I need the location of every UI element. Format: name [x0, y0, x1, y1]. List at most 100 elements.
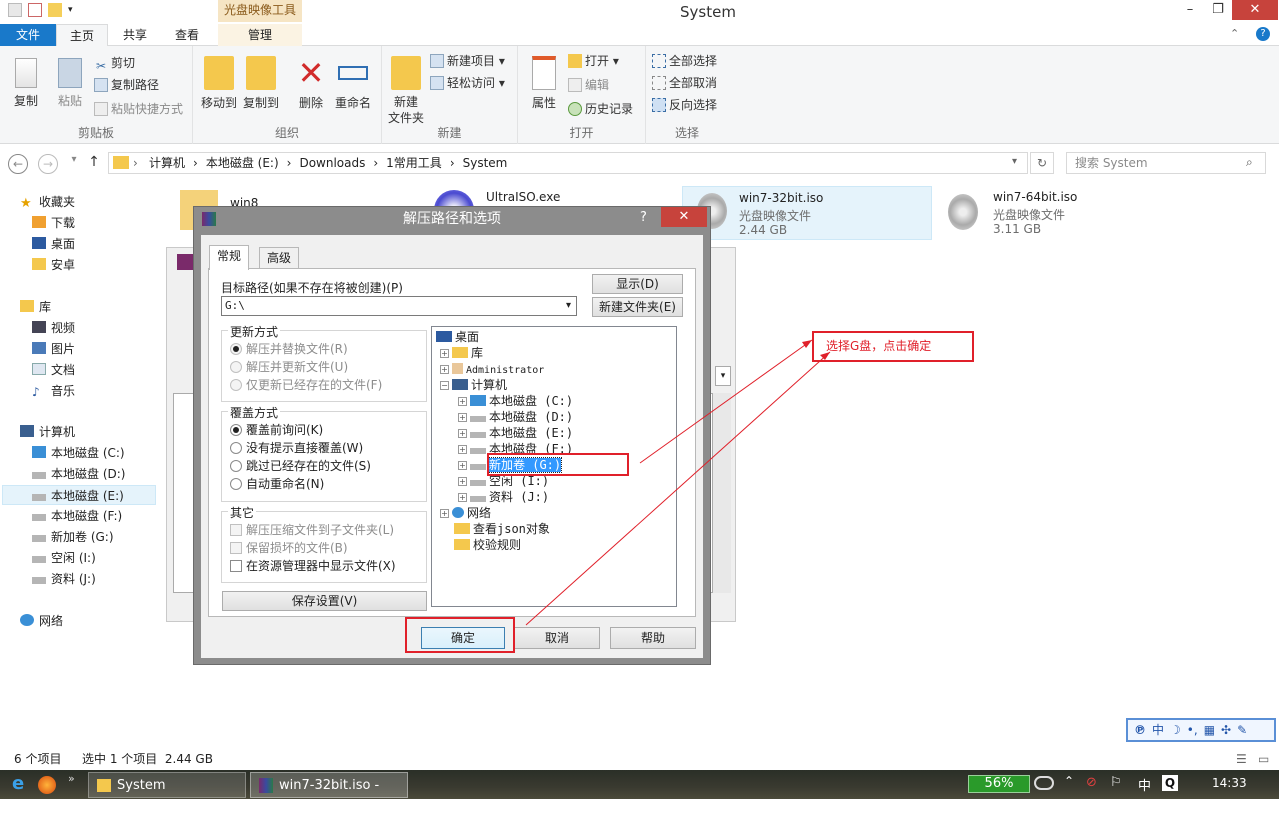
refresh-button[interactable]: ↻: [1030, 152, 1054, 174]
help-button[interactable]: ?: [640, 210, 647, 225]
nav-drive-d[interactable]: 本地磁盘 (D:): [32, 464, 125, 484]
tree-node-drive-e[interactable]: + 本地磁盘 (E:): [458, 425, 573, 441]
cut-button[interactable]: ✂ 剪切: [94, 54, 135, 73]
select-all-button[interactable]: 全部选择: [652, 52, 717, 70]
update-option-update[interactable]: 解压并更新文件(U): [230, 359, 348, 375]
overwrite-option-skip[interactable]: 跳过已经存在的文件(S): [230, 458, 371, 474]
clock[interactable]: 14:33: [1212, 776, 1247, 790]
misc-option-show-in-explorer[interactable]: 在资源管理器中显示文件(X): [230, 558, 396, 574]
recent-locations-button[interactable]: ▾: [64, 154, 84, 172]
cancel-button[interactable]: 取消: [514, 627, 600, 649]
open-button[interactable]: 打开 ▾: [568, 52, 619, 70]
target-path-input[interactable]: G:\: [221, 296, 577, 316]
nav-downloads[interactable]: 下载: [32, 213, 75, 233]
tray-up-icon[interactable]: ⌃: [1064, 774, 1074, 788]
moon-icon[interactable]: ☽: [1170, 720, 1181, 740]
paste-button[interactable]: 粘贴: [50, 52, 90, 109]
address-box[interactable]: › 计算机 › 本地磁盘 (E:) › Downloads › 1常用工具 › Syst…: [108, 152, 1028, 174]
nav-videos[interactable]: 视频: [32, 318, 75, 338]
update-option-existing[interactable]: 仅更新已经存在的文件(F): [230, 377, 382, 393]
ie-icon[interactable]: e: [12, 775, 24, 793]
search-input[interactable]: 搜索 System: [1066, 152, 1266, 174]
chevron-down-icon[interactable]: ▾: [715, 366, 731, 386]
copy-to-button[interactable]: 复制到: [241, 52, 281, 111]
nav-drive-j[interactable]: 资料 (J:): [32, 569, 96, 589]
ime-mode[interactable]: 中: [1152, 720, 1164, 740]
close-button[interactable]: ✕: [1232, 0, 1278, 20]
history-button[interactable]: 历史记录: [568, 100, 633, 118]
tree-node-network[interactable]: + 网络: [440, 505, 491, 521]
delete-button[interactable]: ✕ 删除: [291, 52, 331, 111]
nav-drive-e[interactable]: 本地磁盘 (E:): [2, 485, 156, 505]
firefox-icon[interactable]: [38, 776, 56, 794]
tab-view[interactable]: 查看: [164, 24, 210, 46]
copy-path-button[interactable]: 复制路径: [94, 76, 159, 94]
paste-shortcut-button[interactable]: 粘贴快捷方式: [94, 100, 183, 118]
chevron-down-icon[interactable]: ▾: [561, 297, 576, 315]
tray-app-icon[interactable]: [1034, 776, 1054, 790]
forward-button[interactable]: →: [38, 154, 58, 174]
punctuation-icon[interactable]: •,: [1187, 720, 1198, 740]
scrollbar[interactable]: [713, 393, 731, 593]
tab-home[interactable]: 主页: [56, 24, 108, 47]
taskbar-item-winrar[interactable]: win7-32bit.iso - Wi...: [250, 772, 408, 819]
nav-drive-i[interactable]: 空闲 (I:): [32, 548, 96, 568]
copy-button[interactable]: 复制: [6, 52, 46, 109]
nav-network[interactable]: 网络: [20, 611, 63, 631]
crumb-tools[interactable]: 1常用工具: [386, 153, 442, 173]
nav-favorites[interactable]: ★ 收藏夹: [20, 192, 75, 212]
tree-node-json[interactable]: 查看json对象: [454, 521, 550, 537]
crumb-drive-e[interactable]: 本地磁盘 (E:): [206, 153, 279, 173]
nav-computer[interactable]: 计算机: [20, 422, 75, 442]
nav-documents[interactable]: 文档: [32, 360, 75, 380]
search-app-icon[interactable]: Q: [1162, 775, 1178, 791]
chevron-down-icon[interactable]: ▾: [68, 3, 82, 17]
move-to-button[interactable]: 移动到: [199, 52, 239, 111]
tree-node-drive-c[interactable]: + 本地磁盘 (C:): [458, 393, 573, 409]
properties-button[interactable]: 属性: [524, 52, 564, 111]
file-item-selected[interactable]: win7-32bit.iso 光盘映像文件 2.44 GB: [682, 186, 932, 240]
back-button[interactable]: ←: [8, 154, 28, 174]
overwrite-option-rename[interactable]: 自动重命名(N): [230, 476, 324, 492]
tab-share[interactable]: 共享: [112, 24, 158, 46]
battery-meter[interactable]: 56%: [968, 775, 1030, 793]
network-status-icon[interactable]: ⊘: [1086, 775, 1097, 790]
overwrite-option-ask[interactable]: 覆盖前询问(K): [230, 422, 323, 438]
edit-button[interactable]: 编辑: [568, 76, 609, 94]
new-item-button[interactable]: 新建项目 ▾: [430, 52, 505, 70]
checklist-icon[interactable]: [28, 3, 42, 17]
tab-general[interactable]: 常规: [209, 245, 250, 270]
folder-icon[interactable]: [48, 3, 62, 17]
maximize-button[interactable]: ❐: [1204, 0, 1232, 20]
crumb-system[interactable]: System: [463, 153, 508, 173]
keyboard-icon[interactable]: ▦: [1204, 720, 1215, 740]
rename-button[interactable]: 重命名: [331, 52, 375, 111]
select-none-button[interactable]: 全部取消: [652, 74, 717, 92]
collapse-ribbon-icon[interactable]: ⌃: [1230, 27, 1239, 40]
help-dialog-button[interactable]: 帮助: [610, 627, 696, 649]
invert-selection-button[interactable]: 反向选择: [652, 96, 717, 114]
crumb-computer[interactable]: 计算机: [149, 153, 185, 173]
settings-icon[interactable]: ✎: [1237, 720, 1247, 740]
tab-advanced[interactable]: 高级: [259, 247, 300, 269]
ime-toolbar[interactable]: ℗ 中 ☽ •, ▦ ✣ ✎: [1126, 718, 1276, 742]
tree-node-desktop[interactable]: 桌面: [436, 329, 479, 345]
nav-drive-f[interactable]: 本地磁盘 (F:): [32, 506, 122, 526]
tree-node-administrator[interactable]: + Administrator: [440, 361, 544, 377]
new-folder-button[interactable]: 新建文件夹(E): [592, 297, 683, 317]
tree-node-drive-d[interactable]: + 本地磁盘 (D:): [458, 409, 573, 425]
overwrite-option-silent[interactable]: 没有提示直接覆盖(W): [230, 440, 363, 456]
update-option-replace[interactable]: 解压并替换文件(R): [230, 341, 348, 357]
taskbar-item-explorer[interactable]: System: [88, 772, 246, 798]
nav-music[interactable]: ♪ 音乐: [32, 381, 75, 401]
help-icon[interactable]: ?: [1256, 27, 1270, 41]
action-center-icon[interactable]: ⚐: [1110, 775, 1122, 790]
dialog-close-button[interactable]: ✕: [661, 207, 707, 227]
tree-node-computer[interactable]: − 计算机: [440, 377, 507, 393]
large-icons-view-icon[interactable]: ▭: [1258, 748, 1269, 770]
show-button[interactable]: 显示(D): [592, 274, 683, 294]
misc-option-subfolder[interactable]: 解压压缩文件到子文件夹(L): [230, 522, 394, 538]
skin-icon[interactable]: ✣: [1221, 720, 1231, 740]
nav-libraries[interactable]: 库: [20, 297, 51, 317]
tree-node-libraries[interactable]: + 库: [440, 345, 483, 361]
